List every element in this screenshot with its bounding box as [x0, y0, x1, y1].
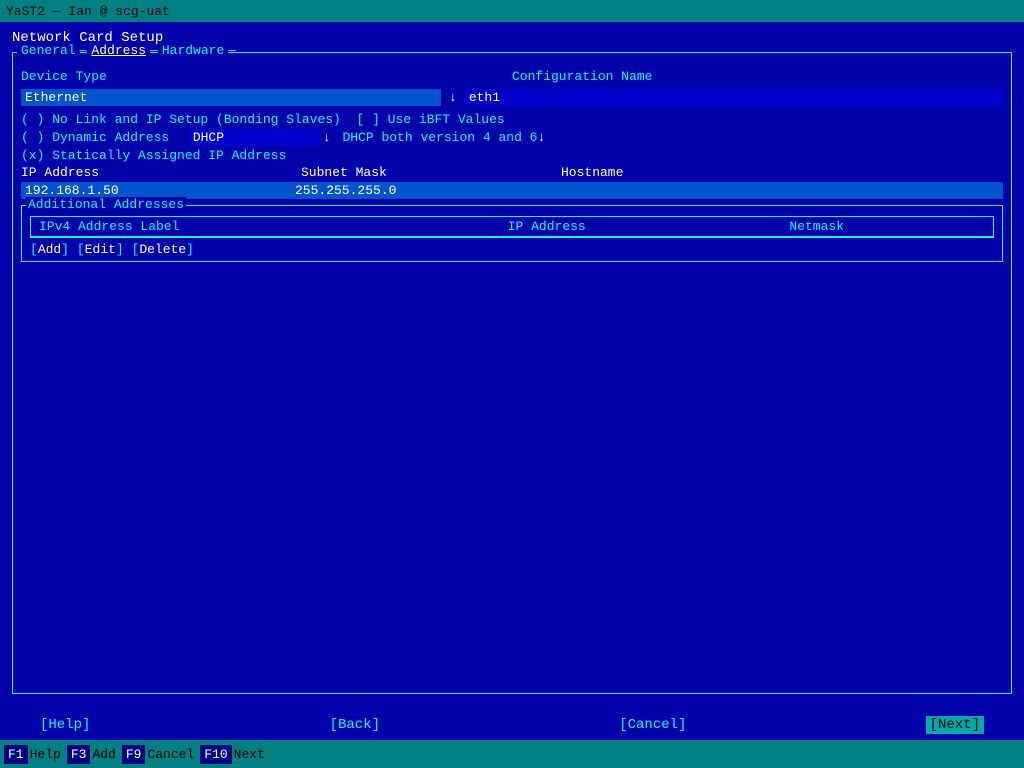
edit-button[interactable]: Edit [85, 242, 116, 257]
fkey-bar: F1 Help F3 Add F9 Cancel F10 Next [0, 740, 1024, 768]
hostname-label: Hostname [561, 165, 1003, 180]
f10-key: F10 [200, 745, 231, 764]
nav-bar: [Help] [Back] [Cancel] [Next] [0, 710, 1024, 740]
main-content: Network Card Setup General — Address — H… [0, 22, 1024, 710]
back-button[interactable]: [Back] [330, 717, 380, 733]
address-table: IPv4 Address Label IP Address Netmask [31, 217, 993, 237]
device-config-fields: ↓ [21, 89, 1003, 106]
address-action-buttons: [Add] [Edit] [Delete] [26, 242, 998, 257]
device-type-label: Device Type [21, 69, 107, 84]
radio-static-text: (x) Statically Assigned IP Address [21, 148, 286, 163]
f10-label[interactable]: Next [232, 745, 271, 764]
f9-label[interactable]: Cancel [145, 745, 200, 764]
delete-button[interactable]: Delete [139, 242, 186, 257]
cancel-button[interactable]: [Cancel] [619, 717, 686, 733]
f3-key: F3 [67, 745, 91, 764]
address-table-header: IPv4 Address Label IP Address Netmask [31, 217, 993, 237]
panel-body: Device Type Configuration Name ↓ ( ) No … [21, 57, 1003, 262]
dhcp-field[interactable] [189, 129, 319, 146]
subnet-mask-field[interactable] [291, 182, 551, 199]
additional-addresses-legend: Additional Addresses [26, 197, 186, 212]
subnet-mask-label: Subnet Mask [301, 165, 561, 180]
radio-dynamic[interactable]: ( ) Dynamic Address ↓ DHCP both version … [21, 129, 1003, 146]
col-ip-address: IP Address [500, 217, 782, 237]
hostname-field[interactable] [551, 182, 1003, 199]
titlebar: YaST2 — Ian @ scg-uat [0, 0, 1024, 22]
device-type-field[interactable] [21, 89, 441, 106]
radio-no-link-text: ( ) No Link and IP Setup (Bonding Slaves… [21, 112, 505, 127]
radio-dynamic-text: ( ) Dynamic Address [21, 130, 185, 145]
tab-bar: General — Address — Hardware — [17, 43, 236, 58]
tab-general[interactable]: General [17, 43, 80, 58]
config-left: Device Type [21, 69, 512, 85]
panel: General — Address — Hardware — Device Ty… [12, 52, 1012, 694]
f3-label[interactable]: Add [90, 745, 121, 764]
col-netmask: Netmask [781, 217, 993, 237]
address-table-container: IPv4 Address Label IP Address Netmask [30, 216, 994, 238]
titlebar-text: YaST2 — Ian @ scg-uat [6, 4, 170, 19]
ip-address-label: IP Address [21, 165, 301, 180]
dhcp-desc: DHCP both version 4 and 6↓ [335, 130, 546, 145]
ip-labels: IP Address Subnet Mask Hostname [21, 165, 1003, 180]
help-button[interactable]: [Help] [40, 717, 90, 733]
config-row: Device Type Configuration Name [21, 69, 1003, 85]
f1-label[interactable]: Help [28, 745, 67, 764]
radio-static[interactable]: (x) Statically Assigned IP Address [21, 148, 1003, 163]
radio-no-link[interactable]: ( ) No Link and IP Setup (Bonding Slaves… [21, 112, 1003, 127]
f9-key: F9 [122, 745, 146, 764]
config-name-field[interactable] [465, 89, 1003, 106]
additional-addresses-panel: Additional Addresses IPv4 Address Label … [21, 205, 1003, 262]
config-right: Configuration Name [512, 69, 1003, 85]
tab-address[interactable]: Address [87, 43, 150, 58]
col-ipv4-label: IPv4 Address Label [31, 217, 500, 237]
config-name-label: Configuration Name [512, 69, 652, 84]
tab-hardware[interactable]: Hardware [158, 43, 228, 58]
next-button[interactable]: [Next] [926, 716, 984, 734]
f1-key: F1 [4, 745, 28, 764]
add-button[interactable]: Add [38, 242, 61, 257]
